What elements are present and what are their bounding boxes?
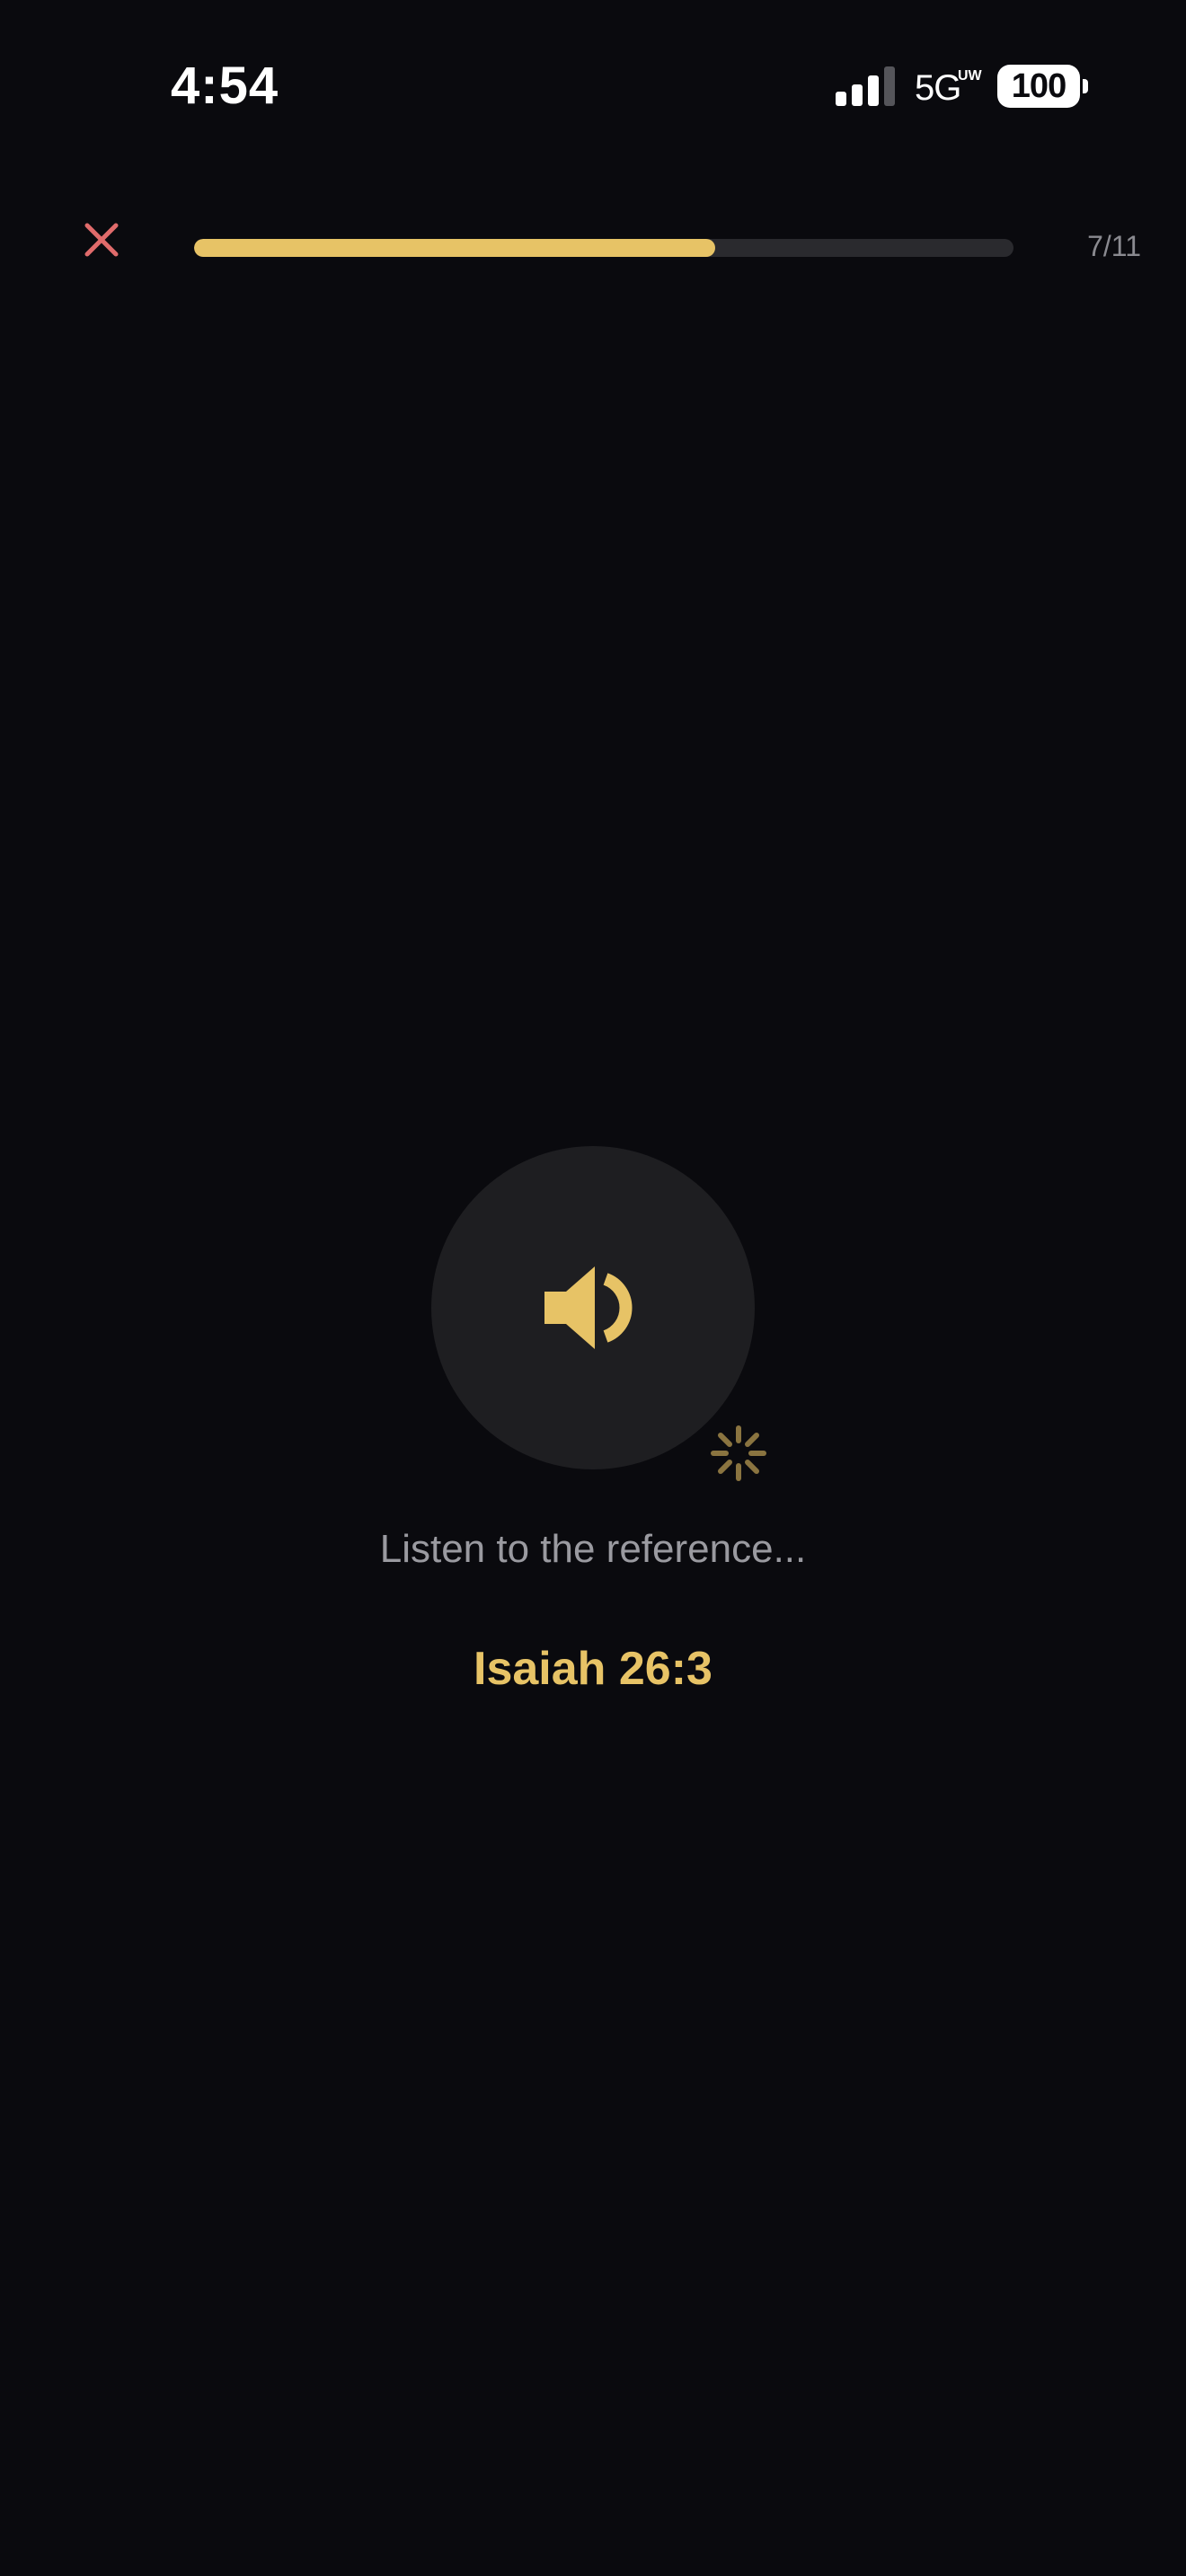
speaker-icon [544,1266,633,1349]
network-label: 5G [915,68,961,108]
battery-level: 100 [1011,67,1067,105]
battery-cap [1083,79,1088,93]
scripture-reference: Isaiah 26:3 [474,1643,712,1695]
close-button[interactable] [74,212,129,268]
signal-icon [836,66,895,106]
progress-count: 7/11 [1087,230,1141,262]
progress-bar [194,239,1013,257]
play-audio-button[interactable] [431,1146,755,1469]
listen-prompt: Listen to the reference... [379,1527,807,1571]
status-bar: 4:54 5G UW 100 [0,0,1186,180]
progress-fill [194,239,716,257]
battery-icon: 100 [997,65,1080,108]
network-suffix: UW [958,68,982,84]
loading-spinner-icon [711,1425,766,1481]
close-icon [84,223,119,257]
status-time: 4:54 [171,57,279,115]
